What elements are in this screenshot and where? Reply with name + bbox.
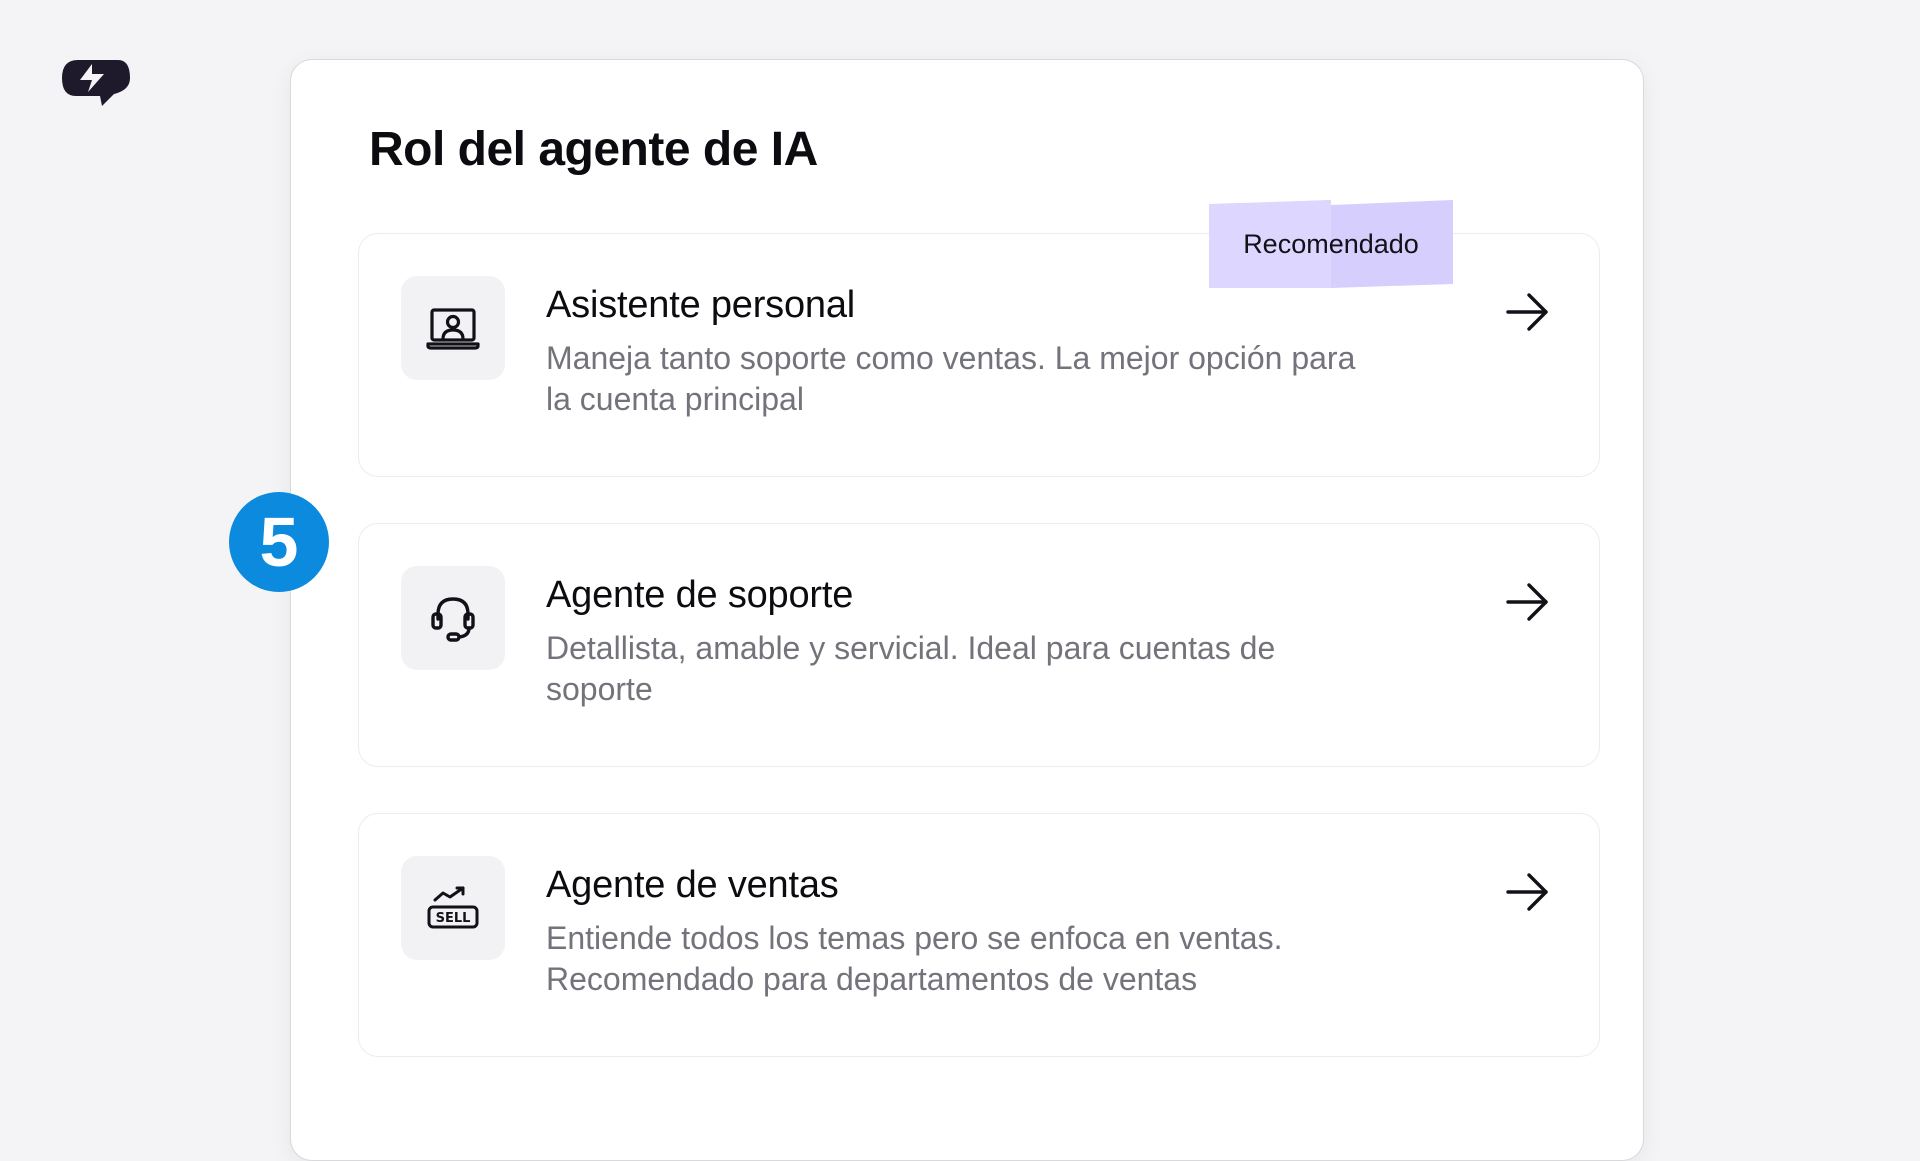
brand-logo-icon — [58, 56, 134, 108]
icon-box — [401, 566, 505, 670]
option-title: Asistente personal — [546, 284, 856, 326]
option-description: Maneja tanto soporte como ventas. La mej… — [546, 340, 1356, 417]
arrow-right-icon[interactable] — [1503, 578, 1551, 626]
step-number-badge: 5 — [229, 492, 329, 592]
page-title: Rol del agente de IA — [369, 123, 818, 176]
laptop-user-icon — [426, 308, 480, 350]
icon-box: SELL — [401, 856, 505, 960]
option-sales-agent[interactable]: SELL Agente de ventas Entiende todos los… — [358, 813, 1600, 1057]
recommended-badge: Recomendado — [1209, 200, 1453, 288]
sell-chart-icon: SELL — [427, 886, 479, 929]
recommended-badge-label: Recomendado — [1243, 228, 1419, 259]
ai-agent-role-panel: Rol del agente de IA Recomendado Asisten… — [290, 59, 1644, 1161]
option-support-agent[interactable]: Agente de soporte Detallista, amable y s… — [358, 523, 1600, 767]
arrow-right-icon[interactable] — [1503, 288, 1551, 336]
option-title: Agente de soporte — [546, 574, 854, 616]
headset-icon — [431, 597, 475, 642]
option-description: Entiende todos los temas pero se enfoca … — [546, 920, 1283, 997]
option-title: Agente de ventas — [546, 864, 839, 906]
option-description: Detallista, amable y servicial. Ideal pa… — [546, 630, 1276, 707]
arrow-right-icon[interactable] — [1503, 868, 1551, 916]
icon-box — [401, 276, 505, 380]
svg-text:SELL: SELL — [436, 911, 471, 926]
